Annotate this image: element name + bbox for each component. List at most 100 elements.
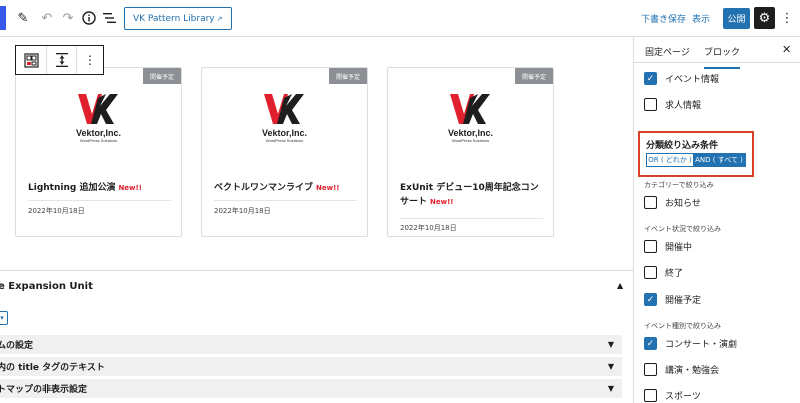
accordion-label: トマップの非表示設定 (0, 385, 88, 395)
settings-sidebar: 固定ページ ブロック ✕ ✓ イベント情報 求人情報 分類絞り込み条件 OR (… (633, 37, 800, 403)
post-card[interactable]: 開催予定 Vektor,Inc. WordPress Solutions ベクト… (201, 67, 368, 237)
new-badge: New!! (118, 184, 142, 192)
vertical-align-icon[interactable] (46, 46, 76, 74)
checkbox-icon[interactable] (644, 266, 657, 279)
vektor-logo: Vektor,Inc. WordPress Solutions (388, 92, 553, 152)
checkbox-label: スポーツ (665, 392, 701, 402)
expand-triangle-icon: ▼ (607, 362, 614, 371)
type-section-label: イベント種別で絞り込み (644, 322, 721, 330)
save-draft-button[interactable]: 下書き保存 (641, 12, 686, 25)
pattern-library-label: VK Pattern Library (133, 13, 215, 24)
post-card[interactable]: 開催予定 Vektor,Inc. WordPress Solutions ExU… (387, 67, 554, 237)
checkbox-label: 求人情報 (665, 101, 702, 111)
pencil-icon[interactable]: ✎ (14, 9, 32, 27)
checkbox-label: 開催予定 (665, 296, 702, 306)
logo-wordmark: Vektor,Inc. (447, 128, 494, 138)
checkbox-label: 開催中 (665, 243, 693, 253)
block-type-icon[interactable] (16, 46, 46, 74)
and-option-button[interactable]: AND ( すべて ) (693, 154, 745, 166)
undo-icon[interactable]: ↶ (38, 9, 56, 27)
settings-gear-icon[interactable]: ⚙ (754, 7, 775, 29)
checkbox-event-info[interactable]: ✓ イベント情報 (644, 72, 719, 85)
checkbox-job-info[interactable]: 求人情報 (644, 98, 701, 111)
external-link-icon: ↗ (216, 14, 223, 23)
logo-wordmark: Vektor,Inc. (75, 128, 122, 138)
status-badge: 開催予定 (515, 68, 553, 84)
tab-page[interactable]: 固定ページ (645, 45, 690, 58)
checkbox-concert[interactable]: ✓ コンサート・演劇 (644, 337, 737, 350)
checkbox-icon[interactable] (644, 98, 657, 111)
card-divider (28, 200, 171, 201)
preview-button[interactable]: 表示 (692, 12, 710, 25)
condition-toggle: OR ( どれか ) AND ( すべて ) (646, 153, 746, 167)
sidebar-tabs: 固定ページ ブロック ✕ (634, 37, 800, 69)
card-title-text: Lightning 追加公演 (28, 183, 116, 193)
accordion-label: 内の title タグのテキスト (0, 363, 105, 373)
block-toolbar: ⋮ (15, 45, 104, 75)
close-icon[interactable]: ✕ (782, 43, 791, 56)
accordion-row[interactable]: トマップの非表示設定 ▼ (0, 379, 622, 399)
select-dropdown[interactable]: ▾ (0, 311, 8, 325)
new-badge: New!! (430, 198, 454, 206)
list-view-icon[interactable] (101, 9, 119, 27)
checkbox-icon[interactable] (644, 196, 657, 209)
status-section-label: イベント状況で絞り込み (644, 225, 721, 233)
condition-title: 分類絞り込み条件 (646, 141, 719, 151)
card-divider (214, 200, 357, 201)
editor-canvas: 開催予定 Vektor,Inc. WordPress Solutions Lig… (0, 37, 633, 403)
redo-icon[interactable]: ↷ (59, 9, 77, 27)
new-badge: New!! (316, 184, 340, 192)
checkbox-finished[interactable]: 終了 (644, 266, 683, 279)
vektor-logo: Vektor,Inc. WordPress Solutions (16, 92, 181, 152)
expansion-unit-panel: e Expansion Unit ▲ ▾ ムの設定 ▼ 内の title タグの… (0, 270, 633, 403)
status-badge: 開催予定 (143, 68, 181, 84)
block-options-icon[interactable]: ⋮ (76, 46, 103, 74)
accordion-row[interactable]: 内の title タグのテキスト ▼ (0, 357, 622, 377)
card-title[interactable]: ベクトルワンマンライブ New!! (214, 181, 359, 195)
info-icon[interactable] (80, 9, 98, 27)
card-title[interactable]: Lightning 追加公演 New!! (28, 181, 173, 195)
card-divider (400, 218, 543, 219)
card-title-text: ベクトルワンマンライブ (214, 183, 314, 193)
checkbox-checked-icon[interactable]: ✓ (644, 337, 657, 350)
block-inserter-edge[interactable] (0, 6, 6, 30)
checkbox-label: コンサート・演劇 (665, 340, 738, 350)
card-date: 2022年10月18日 (400, 224, 457, 232)
editor-top-toolbar: ✎ ↶ ↷ VK Pattern Library ↗ 下書き保存 表示 公開 ⚙… (0, 0, 800, 37)
logo-tagline: WordPress Solutions (265, 138, 304, 143)
card-title[interactable]: ExUnit デビュー10周年記念コンサート New!! (400, 181, 545, 209)
vk-pattern-library-button[interactable]: VK Pattern Library ↗ (124, 7, 232, 30)
logo-tagline: WordPress Solutions (79, 138, 118, 143)
vektor-logo-mark-icon (77, 94, 118, 124)
checkbox-icon[interactable] (644, 363, 657, 376)
accordion-label: ムの設定 (0, 341, 34, 351)
logo-tagline: WordPress Solutions (451, 138, 490, 143)
checkbox-label: 講演・勉強会 (665, 366, 720, 376)
logo-wordmark: Vektor,Inc. (261, 128, 308, 138)
checkbox-lecture[interactable]: 講演・勉強会 (644, 363, 719, 376)
card-date: 2022年10月18日 (214, 207, 271, 215)
category-section-label: カテゴリーで絞り込み (644, 181, 714, 189)
vektor-logo: Vektor,Inc. WordPress Solutions (202, 92, 367, 152)
vektor-logo-mark-icon (263, 94, 304, 124)
checkbox-label: 終了 (665, 269, 684, 279)
post-card[interactable]: 開催予定 Vektor,Inc. WordPress Solutions Lig… (15, 67, 182, 237)
panel-title[interactable]: e Expansion Unit (0, 281, 93, 292)
more-options-icon[interactable]: ⋮ (780, 8, 794, 28)
collapse-caret-icon[interactable]: ▲ (617, 281, 623, 290)
status-badge: 開催予定 (329, 68, 367, 84)
checkbox-icon[interactable] (644, 240, 657, 253)
card-date: 2022年10月18日 (28, 207, 85, 215)
vektor-logo-mark-icon (449, 94, 490, 124)
checkbox-news[interactable]: お知らせ (644, 196, 701, 209)
checkbox-upcoming[interactable]: ✓ 開催予定 (644, 293, 701, 306)
checkbox-icon[interactable] (644, 389, 657, 402)
accordion-row[interactable]: ムの設定 ▼ (0, 335, 622, 355)
or-option-button[interactable]: OR ( どれか ) (647, 154, 694, 166)
checkbox-checked-icon[interactable]: ✓ (644, 293, 657, 306)
checkbox-ongoing[interactable]: 開催中 (644, 240, 692, 253)
checkbox-checked-icon[interactable]: ✓ (644, 72, 657, 85)
publish-button[interactable]: 公開 (723, 8, 750, 29)
checkbox-sports[interactable]: スポーツ (644, 389, 701, 402)
tab-block[interactable]: ブロック (704, 45, 741, 69)
